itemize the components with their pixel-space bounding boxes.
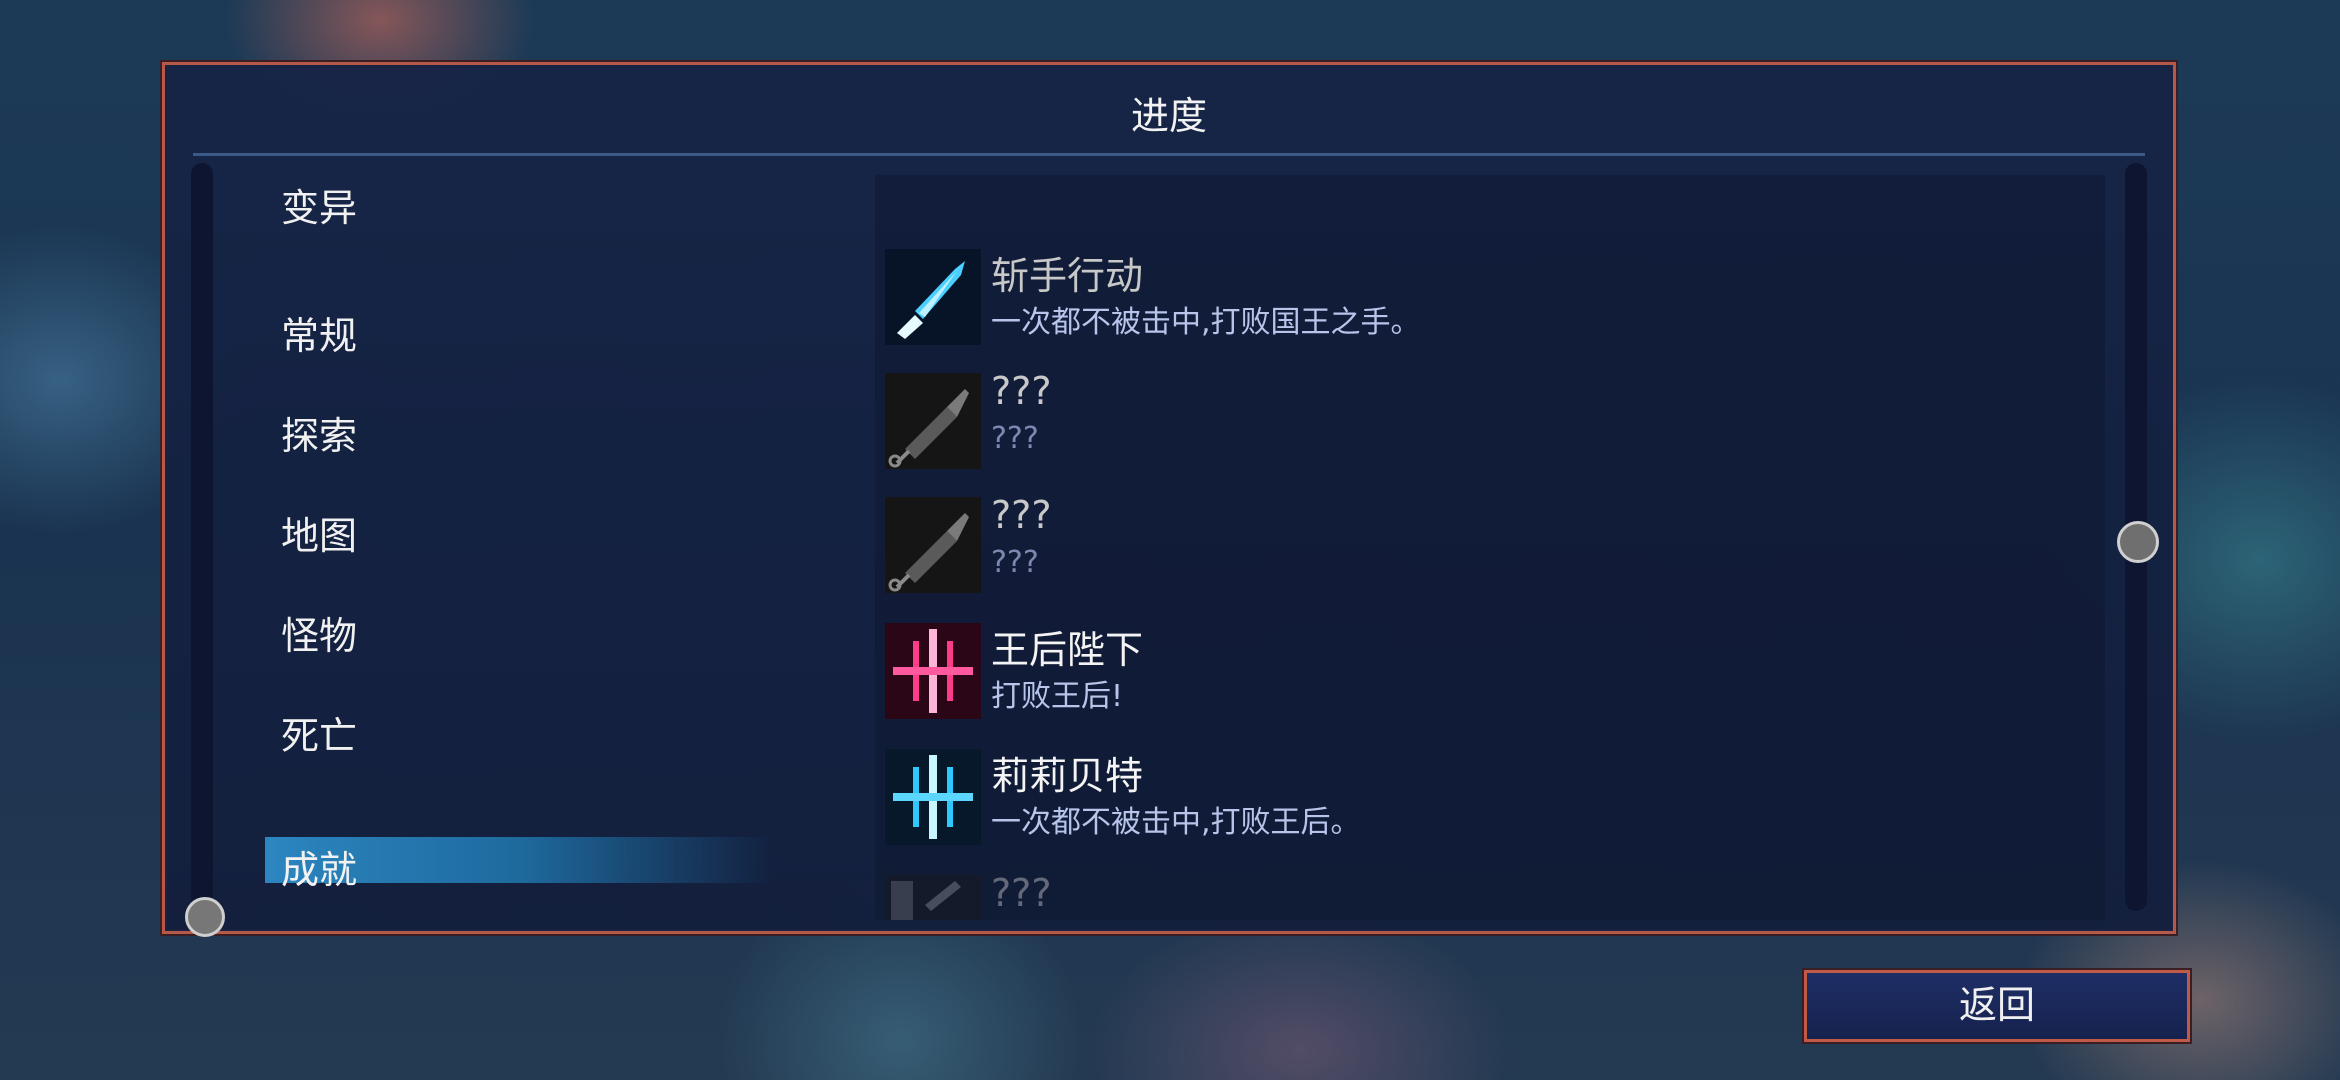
achievement-list[interactable]: 斩手行动 一次都不被击中,打败国王之手。 ??? ??? ??? ??? 王后陛… (875, 175, 2105, 920)
achievement-description: ??? (991, 421, 1039, 456)
achievement-title: ??? (991, 871, 1052, 915)
category-mutations[interactable]: 变异 (281, 177, 357, 232)
syringe-icon (885, 497, 981, 593)
category-exploration[interactable]: 探索 (281, 405, 357, 460)
achievement-row[interactable]: 斩手行动 一次都不被击中,打败国王之手。 (885, 249, 2085, 349)
category-map[interactable]: 地图 (281, 505, 357, 560)
achievement-title: 斩手行动 (991, 254, 1144, 298)
achievement-row[interactable]: ??? ??? (885, 369, 2085, 473)
achievement-description: 一次都不被击中,打败王后。 (991, 805, 1361, 840)
achievement-row[interactable]: ??? ??? (885, 493, 2085, 597)
achievement-row[interactable]: ??? ??? (885, 871, 2085, 920)
achievement-row[interactable]: 莉莉贝特 一次都不被击中,打败王后。 (885, 749, 2085, 849)
achievement-row[interactable]: 王后陛下 打败王后! (885, 623, 2085, 723)
left-scrollbar-knob[interactable] (185, 897, 225, 937)
achievement-title: 莉莉贝特 (991, 754, 1144, 798)
achievement-description: 打败王后! (991, 679, 1124, 714)
dagger-icon (885, 249, 981, 345)
pink-sword-icon (885, 623, 981, 719)
achievement-title: ??? (991, 493, 1052, 537)
cyan-sword-icon (885, 749, 981, 845)
category-general[interactable]: 常规 (281, 305, 357, 360)
category-achievements-label: 成就 (281, 848, 358, 892)
right-scrollbar-knob[interactable] (2117, 521, 2159, 563)
achievement-description: 一次都不被击中,打败国王之手。 (991, 305, 1421, 340)
left-scrollbar-track[interactable] (191, 163, 213, 911)
category-achievements[interactable]: 成就 (265, 837, 775, 892)
panel-title: 进度 (1130, 94, 1207, 138)
syringe-icon (885, 373, 981, 469)
progress-panel: 进度 变异 常规 探索 地图 怪物 死亡 成就 斩手行动 一次都不被击中,打败国… (162, 62, 2176, 937)
achievement-description: ??? (991, 545, 1039, 580)
category-deaths[interactable]: 死亡 (281, 705, 357, 760)
title-divider (193, 153, 2145, 156)
locked-tower-icon (885, 875, 981, 920)
back-button[interactable]: 返回 (1804, 970, 2190, 1042)
category-monsters[interactable]: 怪物 (281, 605, 357, 660)
achievement-title: 王后陛下 (991, 628, 1144, 672)
achievement-title: ??? (991, 369, 1052, 413)
